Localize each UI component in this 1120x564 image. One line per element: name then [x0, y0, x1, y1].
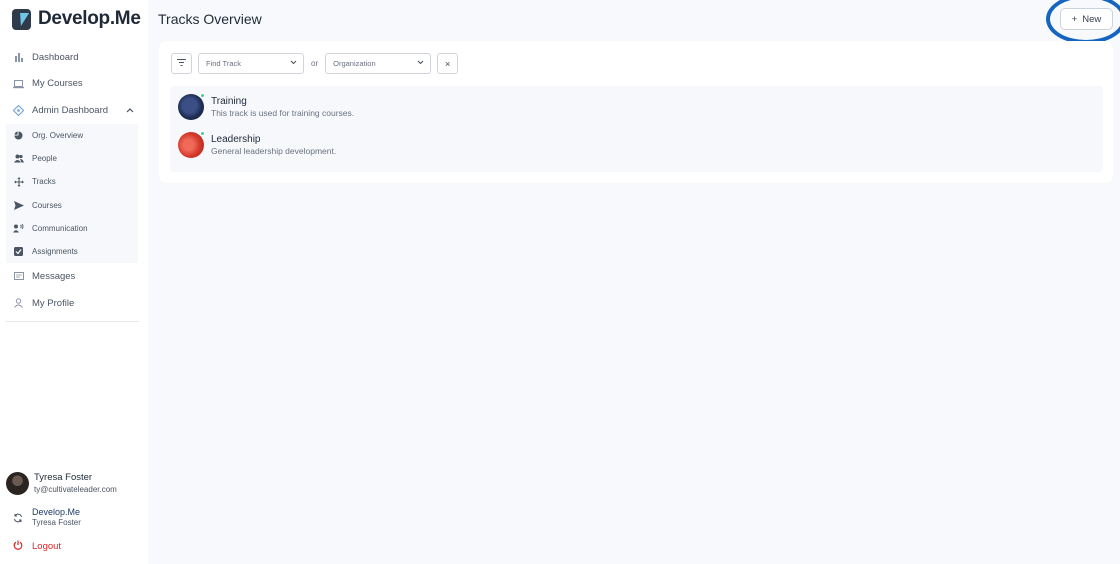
user-email: ty@cultivateleader.com [34, 485, 117, 494]
avatar [6, 472, 29, 495]
clear-filters-button[interactable]: × [437, 53, 459, 74]
nav-item-admin-dashboard[interactable]: Admin Dashboard [6, 97, 140, 124]
subnav-item-org-overview[interactable]: Org. Overview [6, 124, 138, 147]
subnav-item-tracks[interactable]: Tracks [6, 170, 138, 193]
track-name: Leadership [211, 133, 261, 145]
or-label: or [311, 59, 319, 68]
list-item[interactable]: Leadership General leadership developmen… [178, 131, 337, 158]
subnav-item-communication[interactable]: Communication [6, 217, 138, 240]
user-name: Tyresa Foster [34, 472, 93, 483]
nav-item-dashboard[interactable]: Dashboard [6, 44, 140, 71]
nav-item-label: Dashboard [32, 51, 79, 63]
logout-button[interactable]: Logout [13, 540, 61, 553]
logo-icon [12, 8, 31, 30]
organization-placeholder: Organization [333, 59, 376, 68]
filter-bar: Find Track or Organization × [171, 53, 459, 74]
people-icon [13, 153, 24, 164]
track-description: General leadership development. [211, 145, 337, 156]
subnav-item-people[interactable]: People [6, 147, 138, 170]
page-title: Tracks Overview [158, 11, 262, 27]
chevron-up-icon[interactable] [126, 106, 134, 115]
subnav-item-courses[interactable]: Courses [6, 193, 138, 216]
tracks-card: Find Track or Organization × Training Th… [159, 41, 1113, 183]
user-icon [13, 298, 24, 309]
user-card[interactable]: Tyresa Foster ty@cultivateleader.com [6, 472, 117, 495]
track-description: This track is used for training courses. [211, 107, 355, 118]
switch-org-icon [13, 513, 23, 523]
subnav-item-label: Communication [32, 223, 88, 233]
main-nav: Dashboard My Courses Admin Dashboard Org… [6, 44, 140, 316]
laptop-icon [13, 78, 24, 89]
track-avatar [178, 93, 205, 120]
filter-button[interactable] [171, 53, 192, 74]
nav-item-my-profile[interactable]: My Profile [6, 290, 140, 317]
diamond-arrows-icon [13, 104, 24, 116]
power-icon [13, 540, 23, 553]
nav-item-messages[interactable]: Messages [6, 263, 140, 290]
subnav-item-label: Courses [32, 200, 62, 210]
message-icon [13, 271, 24, 282]
bar-chart-icon [13, 52, 24, 63]
send-icon [13, 200, 24, 211]
subnav-item-label: Org. Overview [32, 130, 84, 140]
nav-item-label: Messages [32, 271, 76, 283]
org-switcher[interactable]: Develop.Me Tyresa Foster [13, 507, 81, 528]
org-user: Tyresa Foster [32, 518, 81, 527]
new-track-button[interactable]: + New [1060, 8, 1113, 30]
app-logo[interactable]: Develop.Me [12, 8, 141, 30]
track-name: Training [211, 95, 247, 107]
close-icon: × [444, 58, 451, 69]
track-avatar [178, 131, 205, 158]
chevron-down-icon [290, 60, 297, 67]
list-item[interactable]: Training This track is used for training… [178, 93, 355, 120]
logout-label: Logout [32, 541, 62, 552]
check-square-icon [13, 246, 24, 257]
main-content: Tracks Overview + New Find Track or Orga… [148, 0, 1120, 564]
nav-item-label: My Courses [32, 78, 83, 90]
app-name: Develop.Me [38, 8, 141, 29]
status-dot [200, 93, 205, 98]
nav-divider [6, 321, 139, 322]
admin-subnav: Org. Overview People Tracks Courses Comm… [6, 123, 138, 264]
track-list: Training This track is used for training… [170, 86, 1103, 172]
new-button-label: New [1082, 13, 1102, 25]
subnav-item-label: People [32, 153, 57, 163]
communication-icon [13, 223, 24, 234]
organization-select[interactable]: Organization [325, 53, 432, 74]
nav-item-my-courses[interactable]: My Courses [6, 71, 140, 98]
pie-chart-icon [13, 130, 24, 141]
filter-icon [177, 59, 186, 68]
nav-item-label: My Profile [32, 297, 75, 309]
sidebar: Develop.Me Dashboard My Courses Admin Da… [0, 0, 148, 564]
find-track-placeholder: Find Track [206, 59, 242, 68]
move-arrows-icon [13, 176, 24, 187]
subnav-item-label: Tracks [32, 177, 56, 187]
nav-item-label: Admin Dashboard [32, 104, 109, 116]
chevron-down-icon [417, 60, 424, 67]
subnav-item-label: Assignments [32, 247, 78, 257]
find-track-select[interactable]: Find Track [198, 53, 304, 74]
subnav-item-assignments[interactable]: Assignments [6, 240, 138, 263]
plus-icon: + [1071, 13, 1078, 25]
status-dot [200, 131, 205, 136]
org-name: Develop.Me [32, 507, 81, 517]
